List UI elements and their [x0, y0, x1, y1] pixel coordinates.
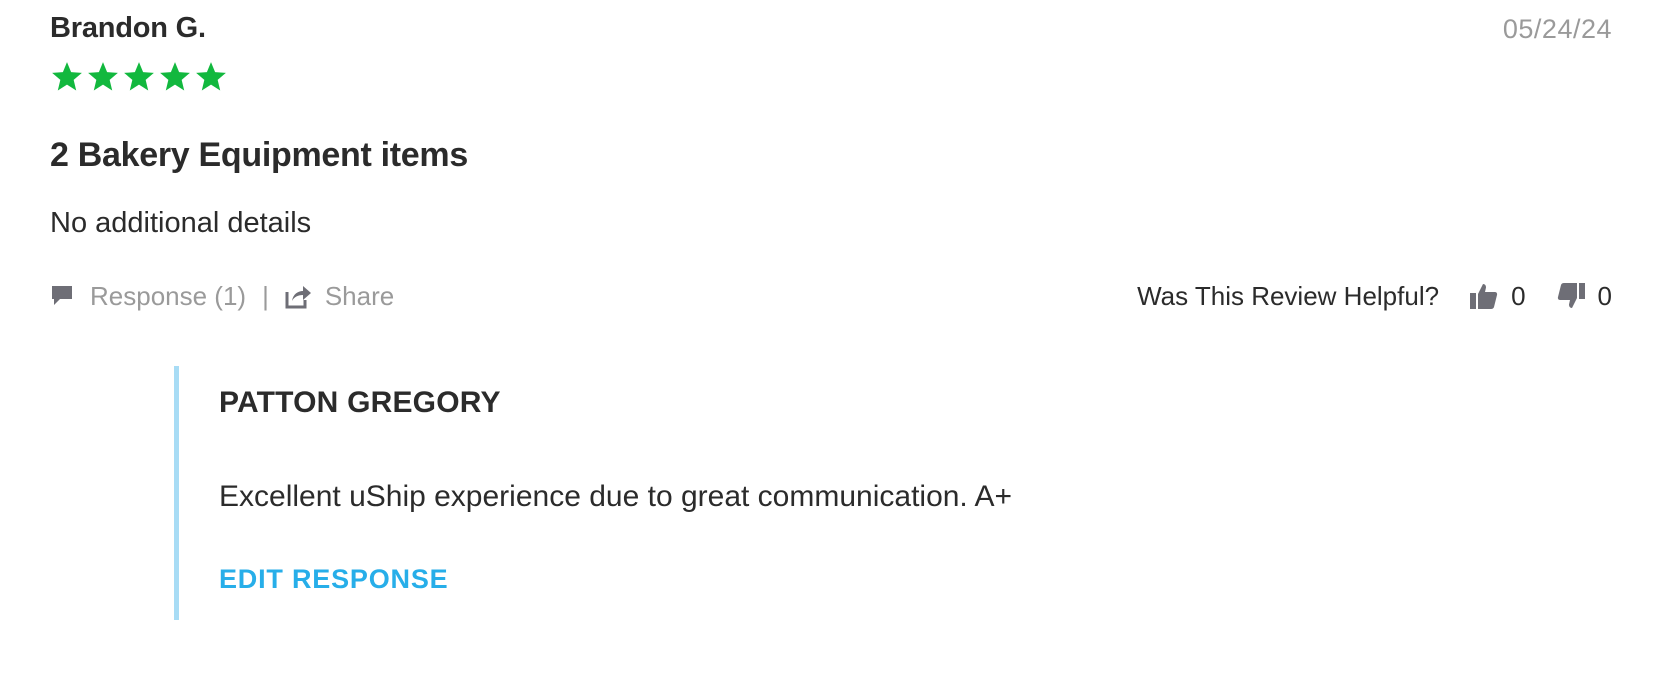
star-icon: [88, 62, 118, 91]
response-text: Excellent uShip experience due to great …: [219, 480, 1012, 513]
seller-response: PATTON GREGORY Excellent uShip experienc…: [174, 366, 1274, 620]
thumbs-up-icon: [1470, 284, 1498, 309]
thumbs-up-count: 0: [1511, 280, 1526, 311]
response-label: Response (1): [90, 280, 247, 311]
review-date: 05/24/24: [1502, 14, 1612, 44]
review-actions: Response (1) | Share: [50, 279, 394, 313]
share-label: Share: [324, 280, 395, 311]
star-icon: [52, 62, 82, 91]
share-link[interactable]: Share: [285, 281, 394, 312]
thumbs-down-count: 0: [1597, 280, 1612, 311]
review-body: No additional details: [50, 207, 312, 239]
review-card: Brandon G. 05/24/24 2 Bakery Equipment i…: [0, 0, 1658, 692]
edit-response-link[interactable]: EDIT RESPONSE: [219, 564, 448, 595]
star-rating: [50, 60, 228, 94]
helpful-section: Was This Review Helpful? 0 0: [1137, 279, 1612, 313]
speech-bubble-icon: [50, 283, 76, 309]
star-icon: [196, 62, 226, 91]
star-icon: [160, 62, 190, 91]
review-title: 2 Bakery Equipment items: [50, 136, 468, 174]
responder-name: PATTON GREGORY: [219, 386, 501, 419]
share-icon: [285, 283, 311, 309]
response-link[interactable]: Response (1): [50, 281, 246, 312]
thumbs-down-icon: [1557, 283, 1585, 308]
helpful-label: Was This Review Helpful?: [1137, 280, 1440, 311]
reviewer-name: Brandon G.: [50, 12, 206, 44]
thumbs-down-button[interactable]: 0: [1556, 281, 1612, 312]
action-divider: |: [262, 280, 269, 311]
star-icon: [124, 62, 154, 91]
thumbs-up-button[interactable]: 0: [1469, 280, 1526, 312]
